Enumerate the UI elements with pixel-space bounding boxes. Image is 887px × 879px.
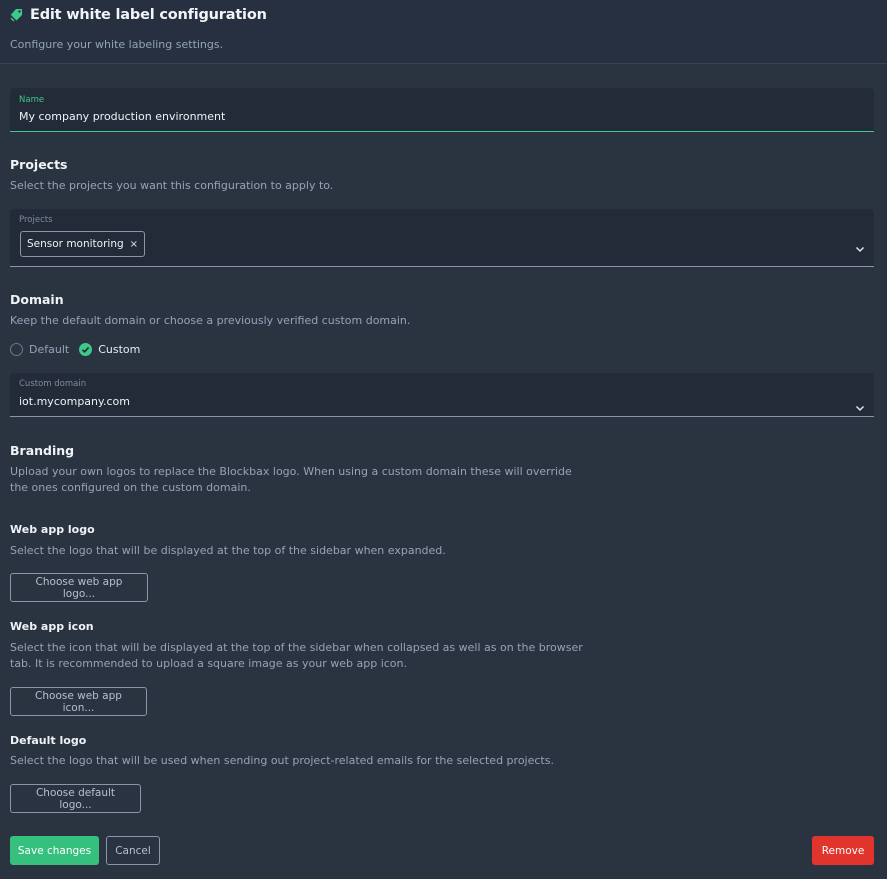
- chevron-down-icon[interactable]: [855, 398, 865, 412]
- domain-radio-group: Default Custom: [10, 343, 150, 356]
- radio-default[interactable]: Default: [10, 343, 69, 356]
- choose-default-logo-button[interactable]: Choose default logo...: [10, 784, 141, 813]
- name-field-label: Name: [19, 95, 45, 105]
- page-header: Edit white label configuration Configure…: [0, 0, 887, 64]
- save-changes-button[interactable]: Save changes: [10, 836, 99, 865]
- check-icon: [79, 343, 93, 356]
- radio-custom[interactable]: Custom: [79, 343, 140, 356]
- projects-title: Projects: [10, 157, 68, 172]
- projects-description: Select the projects you want this config…: [10, 179, 334, 192]
- cancel-button[interactable]: Cancel: [106, 836, 160, 865]
- tag-icon: [10, 8, 24, 22]
- branding-description-line2: the ones configured on the custom domain…: [10, 481, 251, 494]
- choose-web-app-icon-button[interactable]: Choose web app icon...: [10, 687, 147, 716]
- chevron-down-icon[interactable]: [855, 239, 865, 253]
- branding-title: Branding: [10, 443, 75, 458]
- domain-description: Keep the default domain or choose a prev…: [10, 314, 411, 327]
- project-chip-label: Sensor monitoring: [27, 238, 124, 250]
- choose-web-app-logo-button[interactable]: Choose web app logo...: [10, 573, 148, 602]
- custom-domain-value: iot.mycompany.com: [19, 395, 130, 408]
- radio-circle-icon: [10, 343, 23, 356]
- projects-field-label: Projects: [19, 215, 53, 225]
- projects-select[interactable]: Projects Sensor monitoring ×: [10, 209, 874, 267]
- name-field-value[interactable]: My company production environment: [19, 110, 225, 123]
- web-app-icon-description-line1: Select the icon that will be displayed a…: [10, 641, 583, 654]
- default-logo-description: Select the logo that will be used when s…: [10, 754, 554, 767]
- radio-custom-label: Custom: [98, 343, 141, 356]
- domain-title: Domain: [10, 292, 64, 307]
- name-field[interactable]: Name My company production environment: [10, 88, 874, 132]
- remove-button[interactable]: Remove: [812, 836, 874, 865]
- custom-domain-select[interactable]: Custom domain iot.mycompany.com: [10, 373, 874, 417]
- custom-domain-label: Custom domain: [19, 379, 87, 389]
- web-app-icon-description-line2: tab. It is recommended to upload a squar…: [10, 657, 408, 670]
- page-title: Edit white label configuration: [30, 7, 267, 23]
- web-app-logo-title: Web app logo: [10, 523, 95, 536]
- remove-chip-icon[interactable]: ×: [130, 239, 138, 250]
- page-subtitle: Configure your white labeling settings.: [10, 38, 224, 51]
- title-row: Edit white label configuration: [10, 7, 267, 23]
- web-app-icon-title: Web app icon: [10, 620, 94, 633]
- project-chip: Sensor monitoring ×: [20, 231, 146, 257]
- web-app-logo-description: Select the logo that will be displayed a…: [10, 544, 446, 557]
- radio-default-label: Default: [29, 343, 70, 356]
- default-logo-title: Default logo: [10, 734, 87, 747]
- branding-description-line1: Upload your own logos to replace the Blo…: [10, 465, 572, 478]
